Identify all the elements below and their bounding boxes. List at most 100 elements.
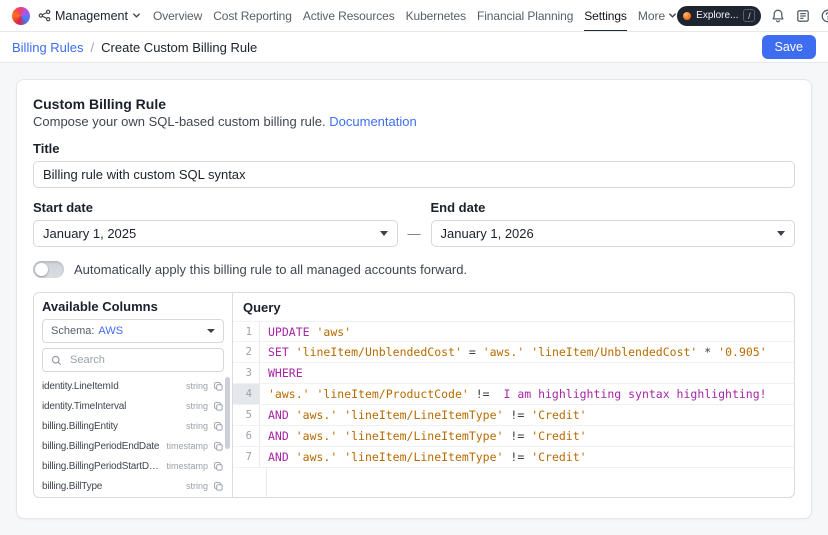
search-icon — [51, 355, 62, 366]
page-description: Compose your own SQL-based custom billin… — [33, 114, 795, 129]
save-button[interactable]: Save — [762, 35, 817, 59]
chevron-down-icon — [668, 11, 677, 20]
column-type: timestamp — [166, 441, 208, 451]
nav-item-overview[interactable]: Overview — [153, 0, 202, 32]
main-content: Custom Billing Rule Compose your own SQL… — [0, 63, 828, 535]
help-icon[interactable] — [820, 8, 828, 24]
column-type: string — [186, 421, 208, 431]
copy-icon[interactable] — [213, 461, 224, 472]
code-lines: 1 UPDATE 'aws' 2 SET 'lineItem/Unblended… — [233, 321, 794, 468]
schema-label: Schema: — [51, 325, 94, 337]
code-line[interactable]: 5 AND 'aws.' 'lineItem/LineItemType' != … — [233, 405, 794, 426]
gutter-filler — [233, 468, 267, 497]
column-list-item[interactable]: billing.BillingEntity string — [42, 416, 224, 436]
start-date-value: January 1, 2025 — [43, 226, 136, 241]
primary-nav: Overview Cost Reporting Active Resources Ku… — [153, 0, 627, 32]
documentation-link[interactable]: Documentation — [329, 114, 416, 129]
copy-icon[interactable] — [213, 421, 224, 432]
breadcrumb-parent-link[interactable]: Billing Rules — [12, 40, 84, 55]
query-panel: Query 1 UPDATE 'aws' 2 SET 'lineItem/Unb… — [233, 293, 794, 497]
toggle-knob — [35, 263, 48, 276]
changelog-news-icon[interactable] — [795, 8, 811, 24]
code-line[interactable]: 1 UPDATE 'aws' — [233, 321, 794, 342]
nav-item-active-resources[interactable]: Active Resources — [303, 0, 395, 32]
start-date-select[interactable]: January 1, 2025 — [33, 220, 398, 247]
workspace-name: Management — [55, 9, 128, 23]
explore-search-button[interactable]: Explore... / — [677, 6, 761, 26]
line-number: 1 — [233, 322, 260, 341]
code-content: UPDATE 'aws' — [260, 322, 351, 341]
caret-down-icon — [777, 231, 785, 236]
column-list-item[interactable]: identity.LineItemId string — [42, 376, 224, 396]
copy-icon[interactable] — [213, 481, 224, 492]
column-search-input[interactable] — [68, 353, 215, 367]
title-input[interactable] — [33, 161, 795, 188]
explore-label: Explore... — [696, 10, 738, 21]
title-label: Title — [33, 141, 795, 156]
column-list-item[interactable]: identity.TimeInterval string — [42, 396, 224, 416]
code-content: SET 'lineItem/UnblendedCost' = 'aws.' 'l… — [260, 342, 767, 362]
column-name: identity.TimeInterval — [42, 401, 181, 412]
available-columns-heading: Available Columns — [42, 299, 224, 314]
description-text: Compose your own SQL-based custom billin… — [33, 114, 326, 129]
column-type: string — [186, 381, 208, 391]
column-type: string — [186, 481, 208, 491]
keyboard-shortcut-badge: / — [743, 9, 755, 22]
column-name: billing.BillType — [42, 481, 181, 492]
column-list-item[interactable]: billing.BillingPeriodStartDate timestamp — [42, 456, 224, 476]
code-line[interactable]: 4 'aws.' 'lineItem/ProductCode' != I am … — [233, 384, 794, 405]
notifications-bell-icon[interactable] — [770, 8, 786, 24]
code-content: 'aws.' 'lineItem/ProductCode' != I am hi… — [260, 384, 767, 404]
nav-item-cost-reporting[interactable]: Cost Reporting — [213, 0, 292, 32]
code-line[interactable]: 7 AND 'aws.' 'lineItem/LineItemType' != … — [233, 447, 794, 468]
column-search-box[interactable] — [42, 348, 224, 372]
auto-apply-label: Automatically apply this billing rule to… — [74, 262, 467, 277]
line-number: 3 — [233, 363, 260, 383]
code-content: AND 'aws.' 'lineItem/LineItemType' != 'C… — [260, 447, 587, 467]
editor-empty-area[interactable] — [233, 468, 794, 497]
breadcrumb-bar: Billing Rules / Create Custom Billing Ru… — [0, 32, 828, 63]
code-content: AND 'aws.' 'lineItem/LineItemType' != 'C… — [260, 426, 587, 446]
copy-icon[interactable] — [213, 441, 224, 452]
nav-more-menu[interactable]: More — [638, 9, 677, 23]
column-name: billing.BillingEntity — [42, 421, 181, 432]
copy-icon[interactable] — [213, 381, 224, 392]
column-name: billing.BillingPeriodStartDate — [42, 461, 161, 472]
code-content: WHERE — [260, 363, 303, 383]
end-date-select[interactable]: January 1, 2026 — [431, 220, 796, 247]
date-range-separator: — — [408, 220, 421, 247]
nav-item-kubernetes[interactable]: Kubernetes — [406, 0, 466, 32]
caret-down-icon — [380, 231, 388, 236]
column-list: identity.LineItemId string identity.Time… — [42, 376, 224, 496]
sql-editor[interactable]: 1 UPDATE 'aws' 2 SET 'lineItem/Unblended… — [233, 321, 794, 497]
scrollbar-thumb[interactable] — [225, 377, 230, 449]
column-type: timestamp — [166, 461, 208, 471]
nav-item-financial-planning[interactable]: Financial Planning — [477, 0, 573, 32]
query-builder-panel: Available Columns Schema: AWS identity.L… — [33, 292, 795, 498]
schema-value: AWS — [98, 325, 123, 337]
column-type: string — [186, 401, 208, 411]
column-list-item[interactable]: billing.BillType string — [42, 476, 224, 496]
end-date-value: January 1, 2026 — [441, 226, 534, 241]
billing-rule-card: Custom Billing Rule Compose your own SQL… — [16, 79, 812, 519]
copy-icon[interactable] — [213, 401, 224, 412]
code-line[interactable]: 2 SET 'lineItem/UnblendedCost' = 'aws.' … — [233, 342, 794, 363]
code-content: AND 'aws.' 'lineItem/LineItemType' != 'C… — [260, 405, 587, 425]
column-name: identity.LineItemId — [42, 381, 181, 392]
auto-apply-toggle[interactable] — [33, 261, 64, 278]
vantage-logo[interactable] — [12, 7, 30, 25]
breadcrumb-separator: / — [91, 40, 95, 55]
code-line[interactable]: 3 WHERE — [233, 363, 794, 384]
line-number: 7 — [233, 447, 260, 467]
column-list-item[interactable]: billing.BillingPeriodEndDate timestamp — [42, 436, 224, 456]
more-label: More — [638, 9, 665, 23]
code-line[interactable]: 6 AND 'aws.' 'lineItem/LineItemType' != … — [233, 426, 794, 447]
nav-item-settings[interactable]: Settings — [584, 0, 627, 32]
explore-dot-icon — [683, 12, 691, 20]
column-name: billing.BillingPeriodEndDate — [42, 441, 161, 452]
date-range-row: Start date January 1, 2025 — End date Ja… — [33, 200, 795, 247]
line-number: 6 — [233, 426, 260, 446]
workspace-switcher[interactable]: Management — [38, 9, 141, 23]
page-title: Custom Billing Rule — [33, 96, 795, 112]
schema-select[interactable]: Schema: AWS — [42, 319, 224, 343]
